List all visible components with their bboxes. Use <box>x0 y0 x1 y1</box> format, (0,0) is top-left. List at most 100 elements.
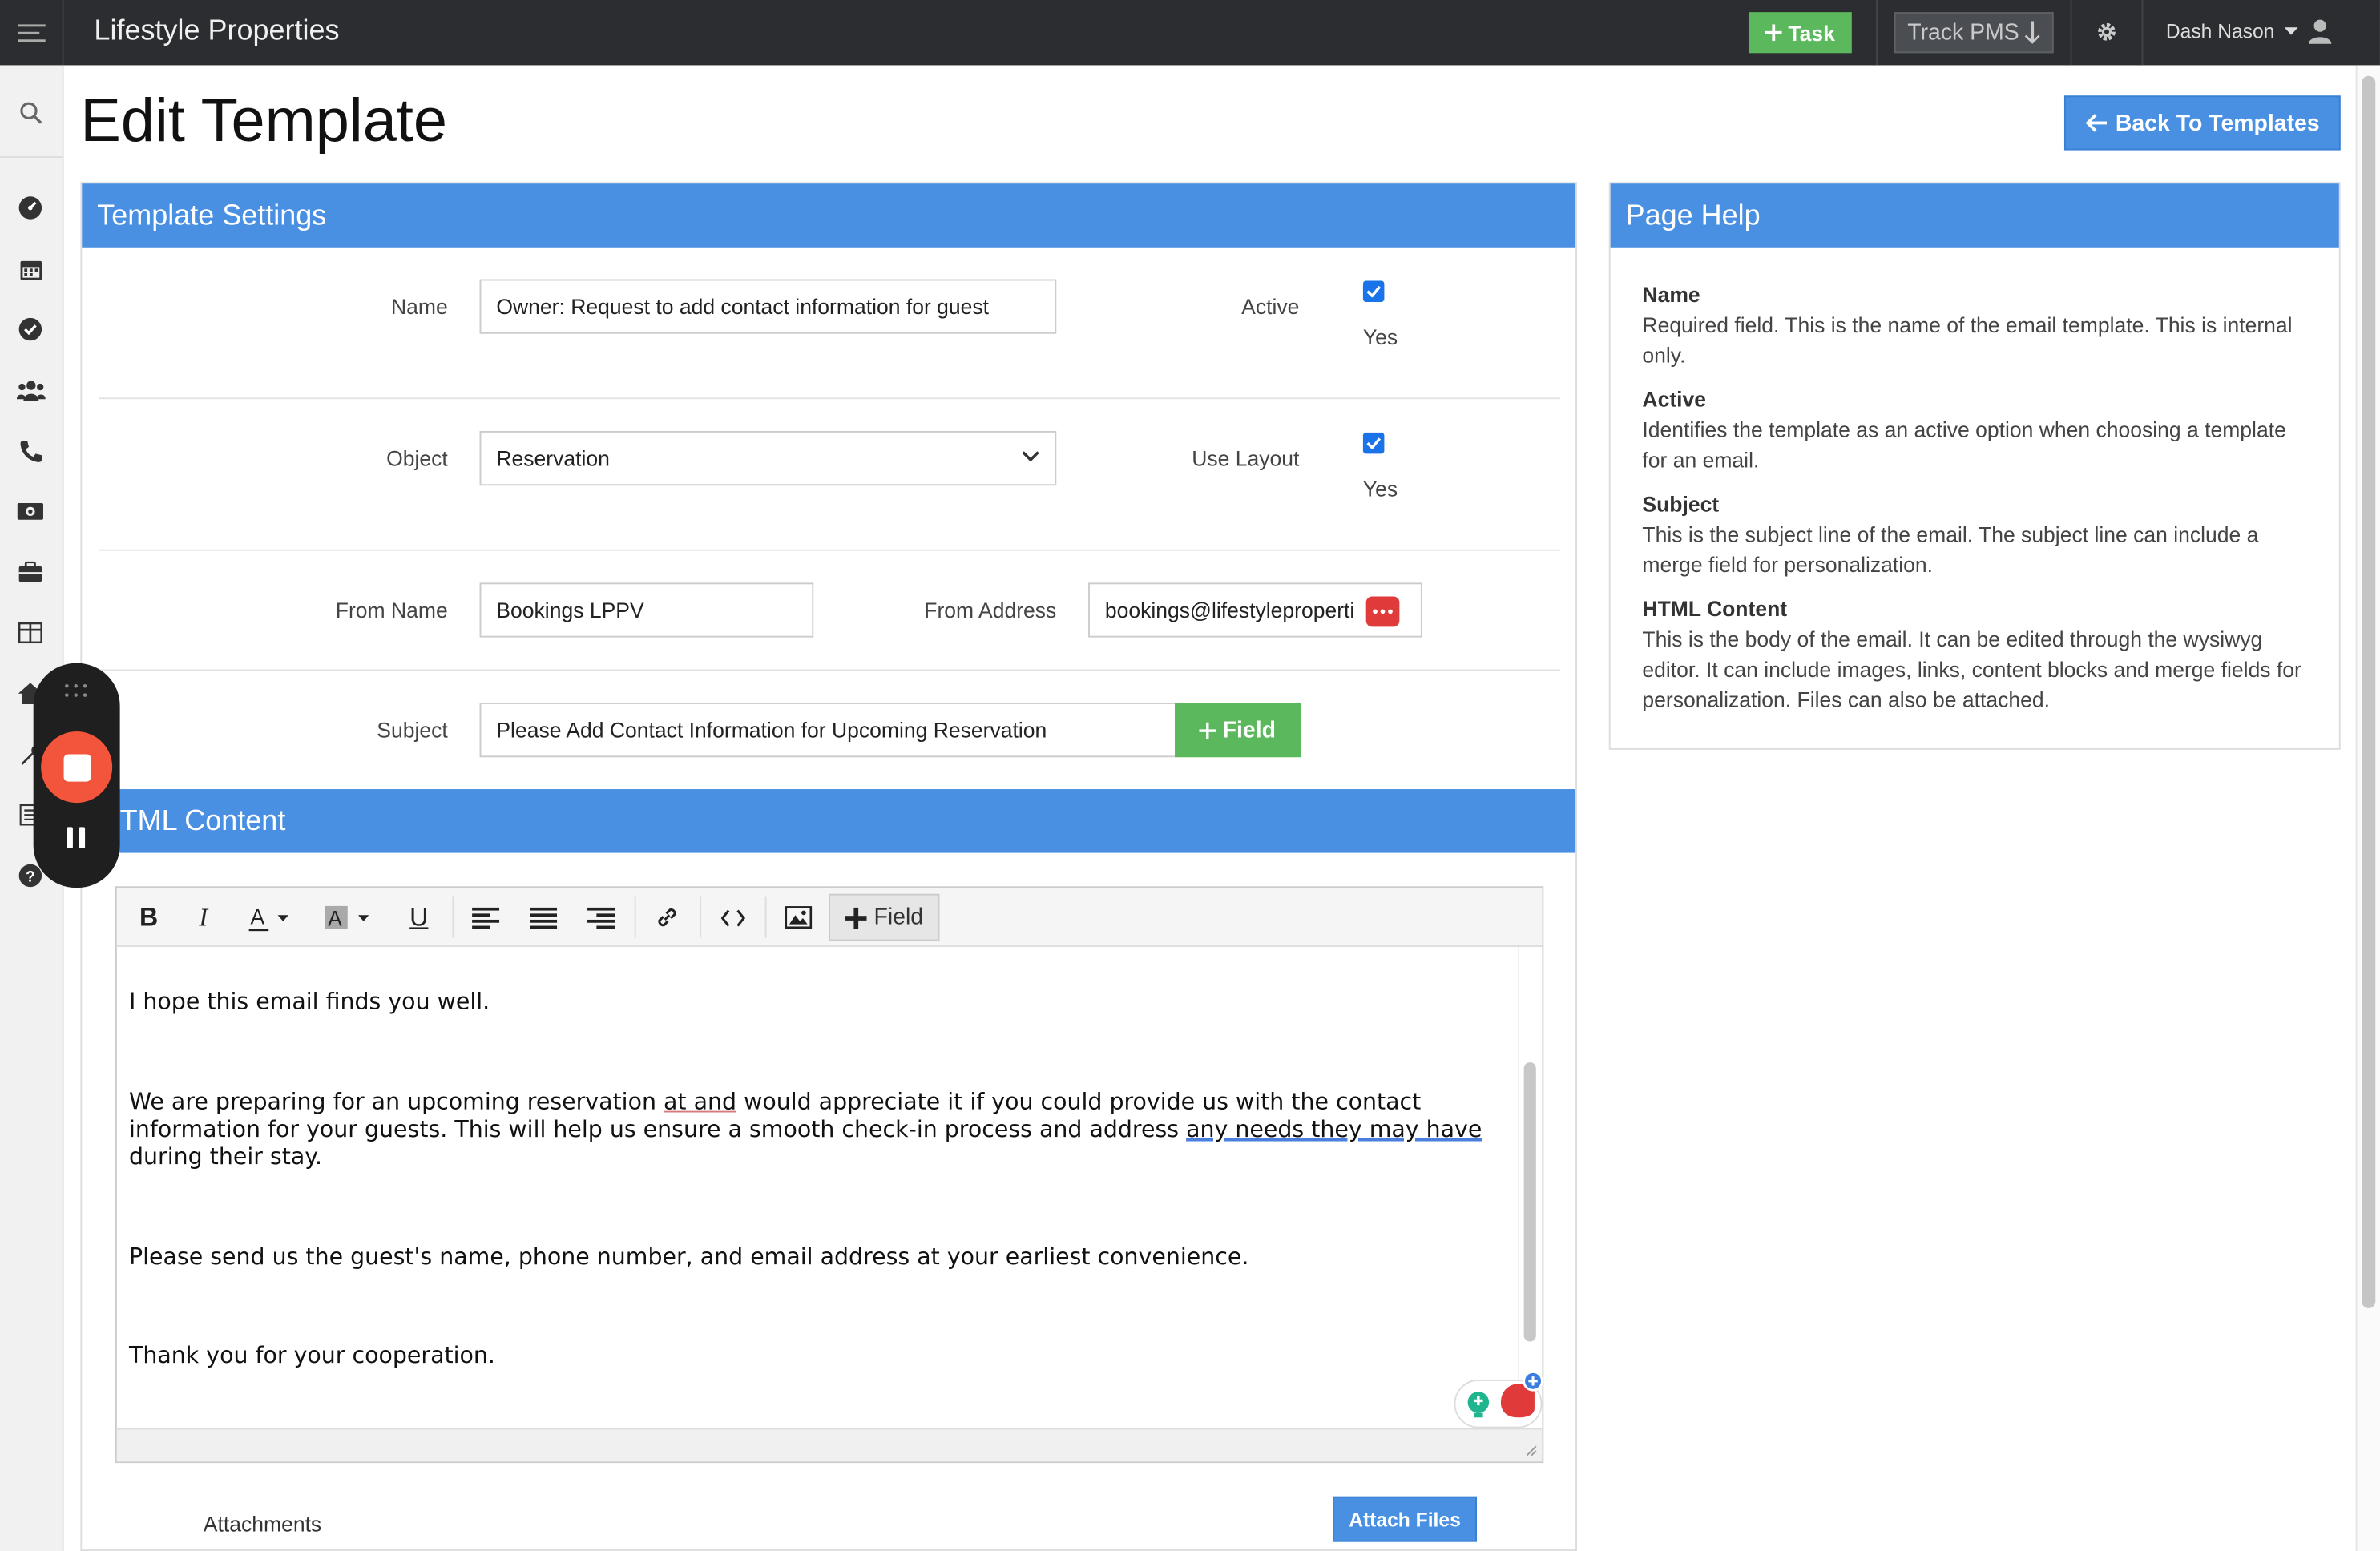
underline-icon: U <box>409 902 429 932</box>
align-right-icon <box>587 906 615 929</box>
calendar-icon <box>19 260 42 280</box>
email-paragraph: Thank you for your cooperation. <box>128 1341 495 1369</box>
bold-icon: B <box>139 902 159 932</box>
email-text: We are preparing for an upcoming reserva… <box>128 1088 664 1116</box>
align-left-button[interactable] <box>469 897 502 938</box>
email-paragraph: I hope this email finds you well. <box>128 988 490 1016</box>
from-address-label: From Address <box>924 598 1057 622</box>
page-title: Edit Template <box>80 87 448 155</box>
plus-icon <box>1200 721 1217 739</box>
from-address-input[interactable]: bookings@lifestyleproperti <box>1088 582 1422 638</box>
attach-files-button[interactable]: Attach Files <box>1333 1496 1477 1542</box>
editor-scrollbar-thumb[interactable] <box>1523 1062 1536 1342</box>
grammarly-icon <box>1500 1371 1543 1418</box>
chevron-down-icon <box>1022 451 1039 462</box>
use-layout-checkbox[interactable] <box>1362 432 1385 454</box>
spelling-flag: at and <box>664 1088 737 1116</box>
name-input[interactable]: Owner: Request to add contact informatio… <box>479 279 1057 334</box>
active-label: Active <box>1241 294 1300 319</box>
code-view-button[interactable] <box>716 897 750 938</box>
subject-label: Subject <box>377 718 448 743</box>
gear-icon <box>2098 22 2116 41</box>
background-color-button[interactable]: A <box>321 897 381 938</box>
checkmark-icon <box>1366 285 1382 298</box>
name-label: Name <box>390 294 448 319</box>
sidebar-item-dashboard[interactable] <box>15 193 46 224</box>
divider <box>2070 0 2072 66</box>
font-color-button[interactable]: A <box>244 897 299 938</box>
insert-link-button[interactable] <box>650 897 684 938</box>
underline-button[interactable]: U <box>402 897 436 938</box>
link-icon <box>657 908 676 927</box>
add-task-button[interactable]: Task <box>1749 12 1852 54</box>
pause-icon <box>67 827 73 848</box>
wysiwyg-editor[interactable]: B I A A U Field I hope this email finds … <box>115 886 1544 1464</box>
editor-toolbar: B I A A U Field <box>116 888 1543 948</box>
plus-icon <box>1765 24 1782 42</box>
editor-scrollbar[interactable] <box>1518 947 1542 1430</box>
sidebar-item-grid[interactable] <box>15 618 46 648</box>
help-description: Required field. This is the name of the … <box>1642 312 2293 368</box>
sidebar-item-tasks[interactable] <box>15 314 46 344</box>
hamburger-icon <box>17 23 45 42</box>
user-menu[interactable]: Dash Nason <box>2166 18 2332 44</box>
toolbar-separator <box>452 896 454 938</box>
help-description: Identifies the template as an active opt… <box>1642 417 2286 473</box>
active-checkbox[interactable] <box>1362 280 1385 302</box>
grid-icon <box>18 622 43 644</box>
track-pms-button[interactable]: Track PMS <box>1894 12 2054 54</box>
page-help-body: Name Required field. This is the name of… <box>1642 280 2309 715</box>
object-select[interactable]: Reservation <box>479 430 1057 486</box>
active-yes-label: Yes <box>1362 324 1398 349</box>
dashboard-icon <box>18 196 42 220</box>
checkmark-icon <box>1366 437 1382 449</box>
svg-text:A: A <box>328 906 342 930</box>
row-divider <box>99 397 1561 400</box>
check-circle-icon <box>18 317 42 341</box>
back-to-templates-button[interactable]: Back To Templates <box>2063 95 2341 151</box>
italic-button[interactable]: I <box>187 897 220 938</box>
caret-down-icon <box>2283 26 2297 34</box>
settings-button[interactable] <box>2085 15 2128 49</box>
drag-handle-icon[interactable] <box>64 682 88 703</box>
resize-handle-icon[interactable] <box>1523 1442 1538 1457</box>
email-text: during their stay. <box>128 1142 323 1170</box>
sidebar-item-contacts[interactable] <box>15 375 46 405</box>
insert-image-button[interactable] <box>781 897 815 938</box>
template-settings-header: Template Settings <box>82 183 1576 248</box>
pause-recording-button[interactable] <box>67 827 86 848</box>
add-task-label: Task <box>1788 20 1835 45</box>
align-justify-icon <box>530 906 558 929</box>
bold-button[interactable]: B <box>132 897 166 938</box>
object-label: Object <box>386 445 448 471</box>
align-right-button[interactable] <box>584 897 618 938</box>
align-justify-button[interactable] <box>526 897 560 938</box>
help-description: This is the subject line of the email. T… <box>1642 522 2259 577</box>
subject-add-field-button[interactable]: Field <box>1175 703 1301 758</box>
row-divider <box>99 669 1561 671</box>
users-icon <box>15 381 45 401</box>
phone-icon <box>19 440 42 461</box>
sidebar-item-calendar[interactable] <box>15 253 46 284</box>
menu-toggle-button[interactable] <box>0 0 64 66</box>
password-manager-badge[interactable] <box>1365 596 1400 627</box>
sidebar-item-phone[interactable] <box>15 436 46 466</box>
subject-input[interactable]: Please Add Contact Information for Upcom… <box>479 703 1178 758</box>
insert-field-button[interactable]: Field <box>829 893 940 941</box>
search-icon <box>19 101 42 123</box>
help-term: HTML Content <box>1642 596 1788 621</box>
grammarly-widget[interactable] <box>1454 1371 1543 1428</box>
from-name-input[interactable]: Bookings LPPV <box>479 582 814 638</box>
stop-recording-button[interactable] <box>41 731 113 804</box>
code-icon <box>720 908 746 926</box>
dots-icon <box>1373 609 1393 614</box>
italic-icon: I <box>199 902 208 932</box>
sidebar-item-work[interactable] <box>15 557 46 587</box>
page-scrollbar-thumb[interactable] <box>2362 75 2376 1308</box>
html-content-panel: TML Content B I A A U Field I hope this … <box>80 789 1577 1551</box>
sidebar-search[interactable] <box>15 97 46 127</box>
brand-title[interactable]: Lifestyle Properties <box>94 15 339 49</box>
toolbar-separator <box>700 896 702 938</box>
track-pms-label: Track PMS <box>1907 19 2019 46</box>
sidebar-item-financials[interactable] <box>15 496 46 526</box>
